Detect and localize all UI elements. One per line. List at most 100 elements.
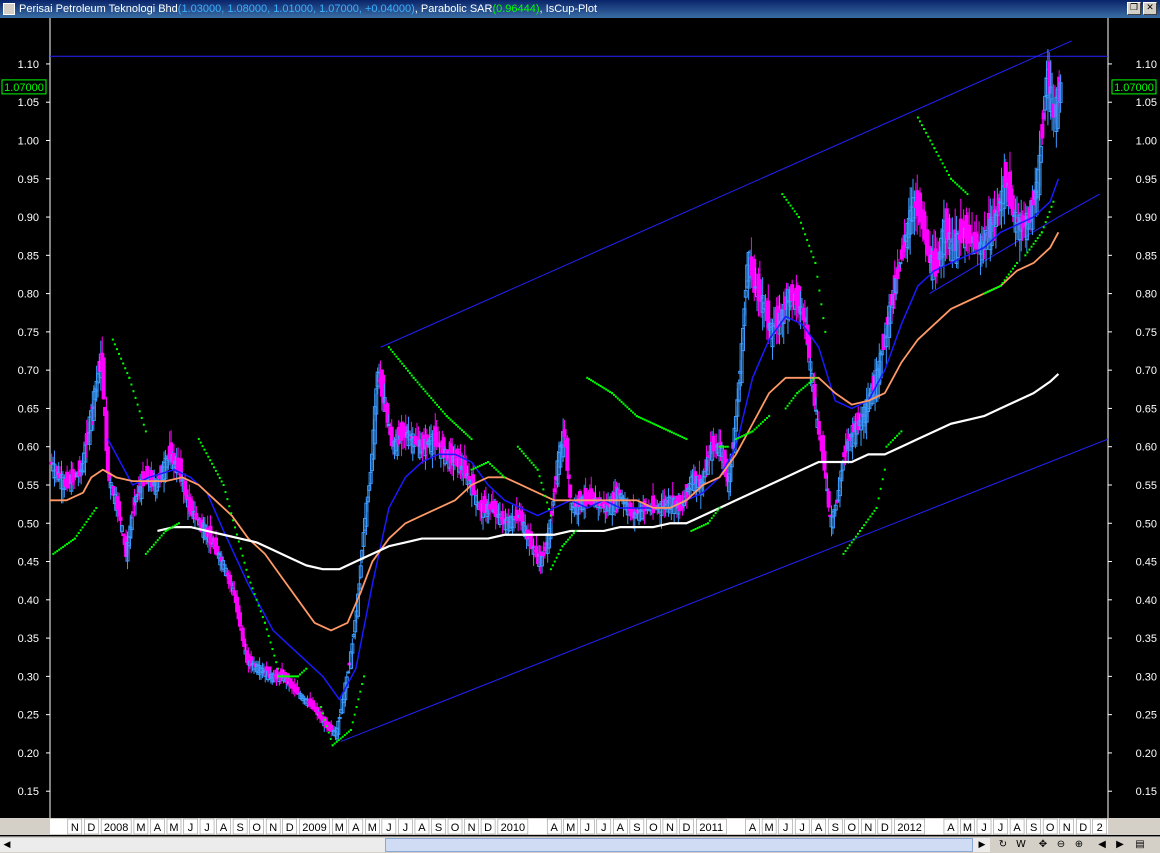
sar-dot [434,401,437,404]
x-tick-label: N [71,822,79,834]
scroll-right-icon[interactable]: ▶ [975,838,989,852]
sar-dot [291,675,294,678]
pan-right-icon[interactable]: ▶ [1113,838,1127,852]
y-tick-label-right: 1.05 [1136,97,1157,109]
sar-dot [77,532,80,535]
x-tick-label: S [832,822,839,834]
sar-dot [588,377,591,380]
candle-body [807,334,812,359]
sar-value: (0.96444) [492,3,540,15]
sar-dot [804,233,807,236]
sar-dot [232,519,235,522]
sar-dot [470,468,473,471]
sar-dot [414,379,417,382]
candle-body [346,671,351,674]
sar-dot [361,683,364,686]
sar-dot [524,454,527,457]
restore-icon[interactable]: ❐ [1127,2,1141,15]
sar-dot [218,476,221,479]
sar-dot [929,139,932,142]
sar-dot [626,406,629,409]
price-chart[interactable]: 1.10 1.05 1.00 0.95 0.90 0.85 0.80 0.75 0.70 0.65… [0,18,1160,836]
y-tick-label-right: 0.80 [1136,289,1157,301]
y-tick-label-left: 0.95 [18,174,39,186]
y-tick-label-right: 0.65 [1136,403,1157,415]
x-tick-label: O [847,822,856,834]
move-icon[interactable]: ✥ [1036,838,1050,852]
sar-dot [781,193,784,196]
sar-dot [812,378,815,381]
x-tick-label: O [451,822,460,834]
sar-dot [536,468,539,471]
sar-dot [806,239,809,242]
sar-dot [739,436,742,439]
sar-dot [947,173,950,176]
sar-dot [353,713,356,716]
x-tick-label: 2008 [104,822,128,834]
sar-dot [800,388,803,391]
zoom-out-icon[interactable]: ⊖ [1054,838,1068,852]
sar-dot [87,518,90,521]
pan-left-icon[interactable]: ◀ [1095,838,1109,852]
settings-icon[interactable]: ▤ [1133,838,1147,852]
sar-dot [343,734,346,737]
sar-dot [567,538,570,541]
sar-dot [814,376,817,379]
sar-dot [696,527,699,530]
x-tick-label: D [1079,822,1087,834]
sar-dot [222,483,225,486]
y-tick-label-right: 0.40 [1136,595,1157,607]
sar-dot [639,416,642,419]
weekly-icon[interactable]: W [1014,838,1028,852]
sar-dot [281,675,284,678]
sar-dot [797,216,800,219]
x-tick-label: A [418,822,426,834]
window-titlebar[interactable]: Perisai Petroleum Teknologi Bhd (1.03000… [0,0,1160,18]
sar-dot [235,533,238,536]
sar-dot [406,369,409,372]
sar-dot [651,422,654,425]
sar-dot [614,395,617,398]
scroll-left-icon[interactable]: ◀ [0,838,14,852]
sar-dot [249,581,252,584]
close-icon[interactable]: ✕ [1143,2,1157,15]
sar-dot [995,286,998,289]
sar-dot [923,128,926,131]
refresh-icon[interactable]: ↻ [996,838,1010,852]
sar-dot [357,698,360,701]
sar-dot [243,561,246,564]
horizontal-scrollbar[interactable]: ◀ ▶ ↻ W ✥ ⊖ ⊕ ◀ ▶ ▤ [0,836,1160,853]
candle-body [101,357,106,400]
sar-dot [164,529,167,532]
sar-dot [692,528,695,531]
sar-dot [269,641,272,644]
sar-dot [724,445,727,448]
sar-dot [816,275,819,278]
sar-dot [130,383,133,386]
y-tick-label-left: 0.90 [18,212,39,224]
sar-dot [207,455,210,458]
sar-dot [476,465,479,468]
sar-dot [735,438,738,441]
sar-dot [569,536,572,539]
sar-dot [1044,221,1047,224]
sar-dot [743,434,746,437]
sar-dot [657,424,660,427]
sar-dot [1030,245,1033,248]
sar-dot [787,201,790,204]
sar-dot [852,538,855,541]
sar-dot [653,423,656,426]
sar-dot [630,409,633,412]
sar-dot [698,526,701,529]
sar-dot [168,527,171,530]
sar-dot [844,550,847,553]
sar-dot [683,437,686,440]
sar-dot [226,498,229,501]
sar-dot [751,430,754,433]
sar-dot [283,675,286,678]
y-tick-label-left: 0.25 [18,710,39,722]
zoom-in-icon[interactable]: ⊕ [1072,838,1086,852]
scroll-thumb[interactable] [385,838,973,852]
x-tick-label: M [765,822,774,834]
sar-dot [257,604,260,607]
